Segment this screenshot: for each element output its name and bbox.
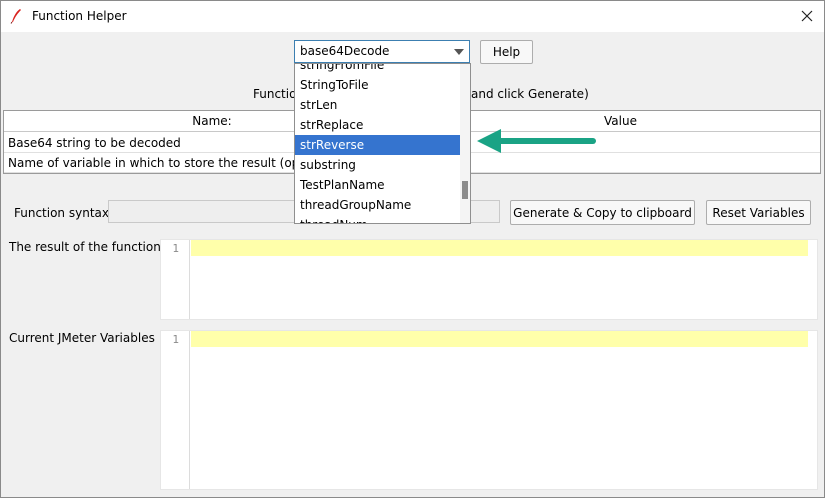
- dropdown-item[interactable]: strReplace: [295, 115, 460, 135]
- function-select[interactable]: base64Decode: [294, 40, 470, 63]
- line-number: 1: [172, 242, 179, 255]
- param-name-cell: Name of variable in which to store the r…: [8, 156, 338, 170]
- dropdown-item[interactable]: substring: [295, 155, 460, 175]
- function-dropdown-list[interactable]: stringFromFile StringToFile strLen strRe…: [294, 63, 471, 224]
- line-gutter: 1: [161, 240, 190, 319]
- dropdown-item[interactable]: TestPlanName: [295, 175, 460, 195]
- dropdown-item[interactable]: strLen: [295, 95, 460, 115]
- jmeter-variables-label: Current JMeter Variables: [9, 331, 155, 345]
- help-button[interactable]: Help: [480, 40, 533, 64]
- current-line-highlight: [191, 240, 808, 256]
- dropdown-scrollbar[interactable]: [460, 64, 470, 223]
- chevron-down-icon[interactable]: [454, 49, 464, 55]
- dropdown-item-selected[interactable]: strReverse: [295, 135, 460, 155]
- result-editor[interactable]: 1: [160, 239, 818, 320]
- param-name-cell: Base64 string to be decoded: [8, 136, 181, 150]
- annotation-arrow-icon: [477, 129, 596, 153]
- instructions-text-left: Functio: [253, 87, 297, 101]
- jmeter-variables-editor[interactable]: 1: [160, 330, 818, 490]
- feather-icon: [10, 9, 21, 24]
- close-button[interactable]: [796, 5, 818, 27]
- dropdown-items: stringFromFile StringToFile strLen strRe…: [295, 64, 460, 223]
- title-bar: Function Helper: [1, 1, 824, 32]
- generate-copy-button[interactable]: Generate & Copy to clipboard: [510, 200, 695, 225]
- window-title: Function Helper: [32, 9, 127, 23]
- function-select-value: base64Decode: [300, 44, 390, 58]
- line-number: 1: [172, 333, 179, 346]
- dropdown-item[interactable]: threadNum: [295, 215, 460, 223]
- scrollbar-thumb[interactable]: [462, 181, 468, 199]
- dropdown-item[interactable]: threadGroupName: [295, 195, 460, 215]
- function-syntax-label: Function syntax:: [14, 206, 114, 220]
- current-line-highlight: [191, 331, 808, 347]
- reset-variables-button[interactable]: Reset Variables: [706, 200, 811, 225]
- close-icon: [801, 10, 813, 22]
- result-label: The result of the function is: [9, 240, 175, 254]
- function-helper-window: Function Helper base64Decode Help Functi…: [0, 0, 825, 498]
- instructions-text-right: and click Generate): [471, 87, 589, 101]
- line-gutter: 1: [161, 331, 190, 489]
- dropdown-item[interactable]: stringFromFile: [295, 64, 460, 75]
- dropdown-item[interactable]: StringToFile: [295, 75, 460, 95]
